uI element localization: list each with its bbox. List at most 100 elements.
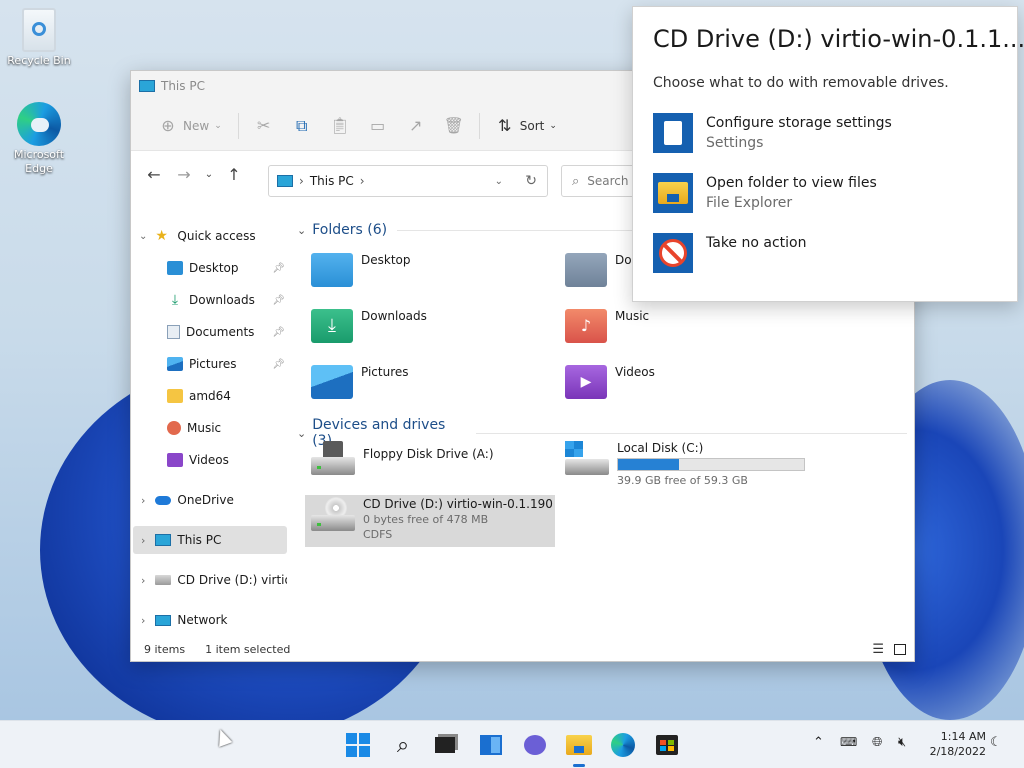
drive-tile-floppy[interactable]: Floppy Disk Drive (A:) (311, 441, 494, 479)
desktop-icon-edge[interactable]: Microsoft Edge (4, 102, 74, 176)
file-explorer-taskbar-button[interactable] (563, 729, 595, 767)
clock-date: 2/18/2022 (929, 745, 986, 758)
folder-name: Pictures (361, 365, 409, 379)
drive-name: Local Disk (C:) (617, 441, 704, 455)
folder-tile-downloads[interactable]: ⤓ Downloads (311, 309, 427, 343)
copy-button[interactable]: ⧉ (283, 110, 321, 142)
autoplay-title: CD Drive (D:) virtio-win-0.1.1... (653, 25, 1024, 53)
sidebar-item-label: This PC (177, 533, 222, 547)
back-button[interactable]: ← (139, 159, 169, 189)
desktop-folder-icon (167, 261, 183, 275)
option-title: Configure storage settings (706, 115, 892, 131)
sort-icon: ⇅ (498, 116, 512, 135)
forward-button[interactable]: → (169, 159, 199, 189)
arrow-right-icon: → (177, 164, 191, 184)
autoplay-subtitle: Choose what to do with removable drives. (653, 75, 949, 91)
edge-icon (17, 102, 61, 146)
volume-muted-icon[interactable]: 🔇︎ (898, 735, 906, 750)
chat-button[interactable] (519, 729, 551, 761)
rename-button[interactable]: ▭ (359, 110, 397, 142)
clock[interactable]: 1:14 AM 2/18/2022 (924, 729, 986, 759)
sidebar-item-quick-access[interactable]: ⌄ ★ Quick access (139, 222, 289, 250)
delete-icon: 🗑︎ (443, 116, 464, 135)
sidebar-item-cd-drive[interactable]: › CD Drive (D:) virtio-w (141, 566, 287, 594)
documents-icon (167, 325, 180, 339)
plus-icon: ⊕ (161, 116, 175, 135)
folder-tile-music[interactable]: ♪ Music (565, 309, 649, 343)
local-disk-icon (565, 441, 609, 479)
sidebar-item-onedrive[interactable]: › OneDrive (141, 486, 287, 514)
videos-icon (167, 453, 183, 467)
pictures-folder-icon (311, 365, 353, 399)
start-button[interactable] (342, 729, 374, 761)
widgets-button[interactable] (475, 729, 507, 761)
task-view-button[interactable] (429, 729, 461, 761)
sidebar-item-documents[interactable]: Documents 📌︎ (167, 318, 287, 346)
address-bar[interactable]: › This PC › ⌄ ↻ (268, 165, 548, 197)
search-placeholder: Search (587, 174, 629, 188)
option-take-no-action[interactable]: Take no action (653, 233, 806, 273)
refresh-button[interactable]: ↻ (525, 173, 537, 189)
delete-button[interactable]: 🗑︎ (435, 110, 473, 142)
this-pc-icon (139, 80, 155, 92)
cloud-icon (155, 495, 172, 505)
search-button[interactable]: ⌕ (387, 729, 419, 761)
file-explorer-icon (566, 735, 592, 755)
search-icon: ⌕ (572, 173, 580, 189)
folder-tile-desktop[interactable]: Desktop (311, 253, 411, 287)
tiles-view-button[interactable] (894, 643, 906, 655)
search-icon: ⌕ (396, 732, 410, 758)
sidebar-item-label: Videos (189, 453, 229, 467)
desktop-folder-icon (311, 253, 353, 287)
drive-tile-cd[interactable]: CD Drive (D:) virtio-win-0.1.190 0 bytes… (305, 495, 555, 547)
edge-taskbar-button[interactable] (607, 729, 639, 761)
sidebar-item-downloads[interactable]: ⤓ Downloads 📌︎ (167, 286, 287, 314)
sidebar-item-label: Documents (186, 325, 255, 339)
address-path: This PC (309, 174, 354, 188)
drive-free-space: 0 bytes free of 478 MB (363, 513, 489, 526)
new-button[interactable]: ⊕ New ⌄ (149, 110, 232, 142)
sidebar-item-desktop[interactable]: Desktop 📌︎ (167, 254, 287, 282)
folder-tile-videos[interactable]: ▶ Videos (565, 365, 655, 399)
no-action-icon (653, 233, 693, 273)
address-history-dropdown[interactable]: ⌄ (495, 176, 503, 187)
divider (237, 112, 239, 139)
star-icon: ★ (155, 228, 168, 244)
folder-name: Desktop (361, 253, 411, 267)
up-button[interactable]: ↑ (219, 159, 249, 189)
sidebar-item-videos[interactable]: Videos (167, 446, 287, 474)
paste-button[interactable]: 📋︎ (321, 110, 359, 142)
cd-drive-icon (311, 497, 355, 535)
cut-button[interactable]: ✂ (245, 110, 283, 142)
store-button[interactable] (651, 729, 683, 761)
sidebar-item-pictures[interactable]: Pictures 📌︎ (167, 350, 287, 378)
divider (478, 112, 480, 139)
details-view-button[interactable]: ☰ (872, 642, 884, 657)
network-icon (155, 614, 172, 626)
search-input[interactable]: ⌕ Search (561, 165, 641, 197)
show-hidden-icons-button[interactable]: ⌃ (813, 735, 824, 750)
folder-tile-pictures[interactable]: Pictures (311, 365, 409, 399)
drive-usage-fill (618, 459, 680, 470)
sidebar-item-network[interactable]: › Network (141, 606, 287, 634)
selection-count: 1 item selected (205, 642, 291, 656)
sidebar-item-amd64[interactable]: amd64 (167, 382, 287, 410)
chevron-down-icon: ⌄ (214, 120, 222, 131)
recent-locations-button[interactable]: ⌄ (199, 159, 219, 189)
option-open-folder[interactable]: Open folder to view files File Explorer (653, 173, 877, 213)
focus-assist-icon[interactable]: ☾ (990, 735, 1002, 750)
share-button[interactable]: ↗ (397, 110, 435, 142)
chat-icon (524, 735, 546, 755)
cut-icon: ✂ (257, 116, 271, 135)
drive-tile-local-disk[interactable]: Local Disk (C:) 39.9 GB free of 59.3 GB (565, 441, 805, 487)
sidebar-item-music[interactable]: Music (167, 414, 287, 442)
chevron-down-icon: ⌄ (204, 168, 214, 180)
option-configure-storage[interactable]: Configure storage settings Settings (653, 113, 892, 153)
keyboard-icon[interactable]: ⌨ (840, 735, 857, 749)
network-globe-icon[interactable]: 🌐︎ (872, 735, 882, 750)
pictures-icon (167, 357, 183, 371)
sort-button[interactable]: ⇅ Sort ⌄ (486, 110, 567, 142)
sidebar-item-this-pc[interactable]: › This PC (133, 526, 287, 554)
option-title: Take no action (706, 235, 807, 251)
desktop-icon-recycle-bin[interactable]: Recycle Bin (4, 8, 74, 68)
